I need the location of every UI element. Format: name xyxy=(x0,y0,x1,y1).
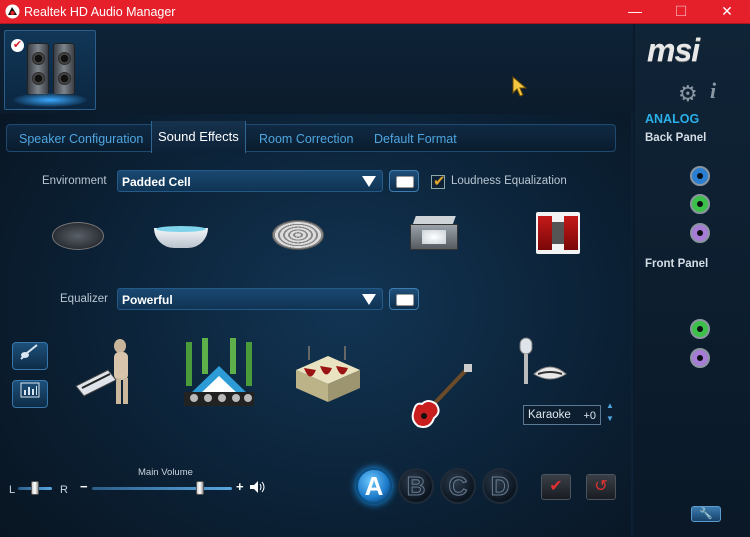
environment-value: Padded Cell xyxy=(122,175,191,189)
main-volume-slider-thumb[interactable] xyxy=(196,481,204,495)
back-jack-pink-icon[interactable] xyxy=(690,223,710,243)
apply-profile-button[interactable]: ✔ xyxy=(541,474,571,500)
volume-increase-button[interactable]: + xyxy=(236,479,244,494)
info-icon[interactable]: i xyxy=(710,78,716,104)
rock-guitar-icon[interactable] xyxy=(404,364,474,434)
room-box-icon[interactable] xyxy=(410,216,458,254)
mouse-cursor-icon xyxy=(512,76,528,97)
speakers-device-tile[interactable]: ✔ xyxy=(4,30,96,110)
karaoke-field[interactable]: Karaoke +0 xyxy=(523,405,601,425)
front-jack-pink-icon[interactable] xyxy=(690,348,710,368)
karaoke-up-icon[interactable]: ▲ xyxy=(606,401,614,410)
tab-room-correction[interactable]: Room Correction xyxy=(259,125,353,153)
guitar-eq-button[interactable] xyxy=(12,342,48,370)
title-bar: Realtek HD Audio Manager — ☐ ✕ xyxy=(0,0,750,24)
back-jack-blue-icon[interactable] xyxy=(690,166,710,186)
karaoke-down-icon[interactable]: ▼ xyxy=(606,414,614,423)
realtek-app-icon xyxy=(5,4,20,19)
profile-a-button[interactable]: A xyxy=(356,468,392,504)
back-jack-green-icon[interactable] xyxy=(690,194,710,214)
tab-bar: Speaker Configuration Sound Effects Room… xyxy=(6,121,616,153)
close-button[interactable]: ✕ xyxy=(704,0,750,24)
karaoke-label: Karaoke xyxy=(528,409,571,421)
default-device-check-icon: ✔ xyxy=(11,39,24,52)
theater-stage-icon[interactable] xyxy=(534,212,582,260)
karaoke-icon[interactable] xyxy=(514,336,570,392)
equalizer-dropdown[interactable]: Powerful xyxy=(117,288,383,310)
checkmark-icon: ✔ xyxy=(549,478,563,495)
window-title: Realtek HD Audio Manager xyxy=(24,5,176,19)
graphic-eq-button[interactable] xyxy=(12,380,48,408)
speaker-right-icon xyxy=(53,43,75,95)
main-panel: ✔ Speaker Configuration Sound Effects Ro… xyxy=(0,24,633,537)
front-jack-green-icon[interactable] xyxy=(690,319,710,339)
chevron-down-icon xyxy=(362,176,376,187)
environment-reset-toggle[interactable] xyxy=(389,170,419,192)
loudness-equalization-label: Loudness Equalization xyxy=(451,175,567,187)
maximize-button[interactable]: ☐ xyxy=(658,0,704,24)
speaker-left-icon xyxy=(27,43,49,95)
environment-dropdown[interactable]: Padded Cell xyxy=(117,170,383,192)
equalizer-label: Equalizer xyxy=(60,293,108,305)
minimize-button[interactable]: — xyxy=(612,0,658,24)
msi-logo: msi xyxy=(647,32,700,68)
profile-b-button[interactable]: B xyxy=(398,468,434,504)
balance-left-label: L xyxy=(9,484,16,496)
club-icon[interactable] xyxy=(292,340,362,406)
equalizer-value: Powerful xyxy=(122,293,173,307)
reset-icon: ↺ xyxy=(594,478,608,495)
balance-right-label: R xyxy=(60,484,68,496)
speaker-volume-icon[interactable] xyxy=(249,480,267,494)
pop-icon[interactable] xyxy=(74,334,140,408)
reset-profile-button[interactable]: ↺ xyxy=(586,474,616,500)
gear-icon[interactable]: ⚙ xyxy=(678,81,698,107)
profile-d-button[interactable]: D xyxy=(482,468,518,504)
bathtub-icon[interactable] xyxy=(152,220,210,252)
connector-settings-button[interactable]: 🔧 xyxy=(691,506,721,522)
equalizer-reset-toggle[interactable] xyxy=(389,288,419,310)
tab-sound-effects[interactable]: Sound Effects xyxy=(151,121,246,153)
back-panel-label: Back Panel xyxy=(645,132,707,144)
guitar-icon xyxy=(20,344,38,360)
profile-c-button[interactable]: C xyxy=(440,468,476,504)
tab-speaker-configuration[interactable]: Speaker Configuration xyxy=(19,125,143,153)
front-panel-label: Front Panel xyxy=(645,258,709,270)
environment-label: Environment xyxy=(42,175,107,187)
checkmark-icon: ✔ xyxy=(433,173,446,190)
wrench-icon: 🔧 xyxy=(699,508,713,520)
device-glow xyxy=(13,93,87,107)
loudness-equalization-checkbox[interactable]: ✔ xyxy=(431,173,446,190)
main-volume-track[interactable] xyxy=(92,487,232,490)
live-concert-icon[interactable] xyxy=(180,336,258,410)
tab-default-format[interactable]: Default Format xyxy=(374,125,457,153)
sewer-pipe-icon[interactable] xyxy=(52,222,104,250)
balance-slider-thumb[interactable] xyxy=(31,481,39,495)
chevron-down-icon xyxy=(362,294,376,305)
karaoke-value: +0 xyxy=(583,410,596,422)
main-volume-label: Main Volume xyxy=(138,467,193,478)
device-strip: ✔ xyxy=(0,24,633,114)
stone-room-icon[interactable] xyxy=(272,220,324,250)
volume-decrease-button[interactable]: − xyxy=(80,479,88,494)
analog-label: ANALOG xyxy=(645,112,700,126)
equalizer-bars-icon xyxy=(20,382,40,398)
side-panel: msi ⚙ i ANALOG Back Panel Front Panel 🔧 xyxy=(635,24,750,537)
